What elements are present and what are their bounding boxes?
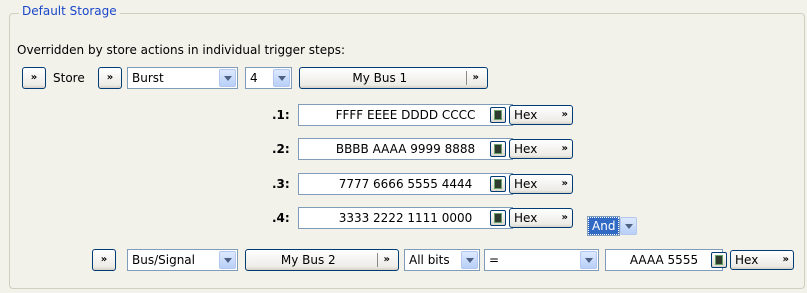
- value-index-2: .2:: [272, 142, 290, 156]
- format-button-3[interactable]: Hex »: [509, 174, 573, 194]
- operator-value: =: [489, 253, 500, 267]
- double-chevron-down-icon: »: [30, 72, 38, 83]
- double-chevron-down-icon: »: [472, 72, 479, 83]
- operator-select[interactable]: =: [484, 249, 599, 271]
- bits-value: All bits: [409, 253, 450, 267]
- value-text-1: FFFF EEEE DDDD CCCC: [335, 108, 476, 122]
- double-chevron-down-icon: »: [383, 254, 390, 265]
- value-text-2: BBBB AAAA 9999 8888: [335, 142, 476, 156]
- dropdown-arrow-icon[interactable]: [273, 69, 290, 87]
- double-chevron-down-icon: »: [561, 143, 568, 154]
- format-button-4[interactable]: Hex »: [509, 208, 573, 228]
- value-field-3[interactable]: 7777 6666 5555 4444: [298, 173, 513, 195]
- signal-type-select[interactable]: Bus/Signal: [127, 249, 238, 271]
- format-label: Hex: [735, 253, 759, 267]
- store-bus-label: My Bus 1: [352, 71, 408, 85]
- format-label: Hex: [514, 177, 538, 191]
- value-text-3: 7777 6666 5555 4444: [338, 177, 473, 191]
- value-field-2[interactable]: BBBB AAAA 9999 8888: [298, 138, 513, 160]
- dropdown-arrow-icon[interactable]: [219, 69, 236, 87]
- value-text-4: 3333 2222 1111 0000: [338, 211, 473, 225]
- expand-bus-button[interactable]: »: [92, 249, 116, 271]
- calculator-icon[interactable]: [490, 107, 506, 123]
- double-chevron-down-icon: »: [782, 254, 789, 265]
- double-chevron-down-icon: »: [100, 254, 108, 265]
- bus-value-text: AAAA 5555: [629, 253, 699, 267]
- group-title: Default Storage: [19, 4, 120, 18]
- dropdown-arrow-icon[interactable]: [219, 251, 236, 269]
- format-button-1[interactable]: Hex »: [509, 105, 573, 125]
- format-label: Hex: [514, 211, 538, 225]
- double-chevron-down-icon: »: [561, 109, 568, 120]
- separator: [465, 71, 467, 85]
- value-index-4: .4:: [272, 211, 290, 225]
- store-mode-select[interactable]: Burst: [127, 67, 238, 89]
- signal-type-value: Bus/Signal: [132, 253, 195, 267]
- calculator-icon[interactable]: [490, 176, 506, 192]
- dropdown-arrow-icon[interactable]: [461, 251, 478, 269]
- dropdown-arrow-icon[interactable]: [580, 251, 597, 269]
- format-label: Hex: [514, 108, 538, 122]
- bits-select[interactable]: All bits: [404, 249, 480, 271]
- override-note: Overridden by store actions in individua…: [17, 43, 346, 57]
- calculator-icon[interactable]: [490, 210, 506, 226]
- format-button-2[interactable]: Hex »: [509, 139, 573, 159]
- expand-button[interactable]: »: [22, 67, 46, 89]
- store-mode-value: Burst: [132, 71, 164, 85]
- logic-operator-select[interactable]: And: [586, 216, 638, 236]
- calculator-icon[interactable]: [711, 252, 727, 268]
- bus-select-label: My Bus 2: [280, 253, 336, 267]
- store-count-select[interactable]: 4: [245, 67, 292, 89]
- dropdown-arrow-icon[interactable]: [620, 217, 638, 235]
- double-chevron-down-icon: »: [106, 72, 114, 83]
- value-index-1: .1:: [272, 108, 290, 122]
- store-bus-button[interactable]: My Bus 1 »: [299, 67, 488, 89]
- logic-operator-value: And: [586, 216, 621, 236]
- bus-format-button[interactable]: Hex »: [730, 250, 794, 270]
- double-chevron-down-icon: »: [561, 178, 568, 189]
- store-expand-button[interactable]: »: [98, 67, 122, 89]
- value-index-3: .3:: [272, 177, 290, 191]
- separator: [376, 253, 378, 267]
- bus-value-field[interactable]: AAAA 5555: [605, 249, 723, 271]
- value-field-1[interactable]: FFFF EEEE DDDD CCCC: [298, 104, 513, 126]
- format-label: Hex: [514, 142, 538, 156]
- double-chevron-down-icon: »: [561, 212, 568, 223]
- store-label: Store: [53, 71, 85, 85]
- store-count-value: 4: [250, 71, 258, 85]
- value-field-4[interactable]: 3333 2222 1111 0000: [298, 207, 513, 229]
- calculator-icon[interactable]: [490, 141, 506, 157]
- bus-select-button[interactable]: My Bus 2 »: [245, 249, 399, 271]
